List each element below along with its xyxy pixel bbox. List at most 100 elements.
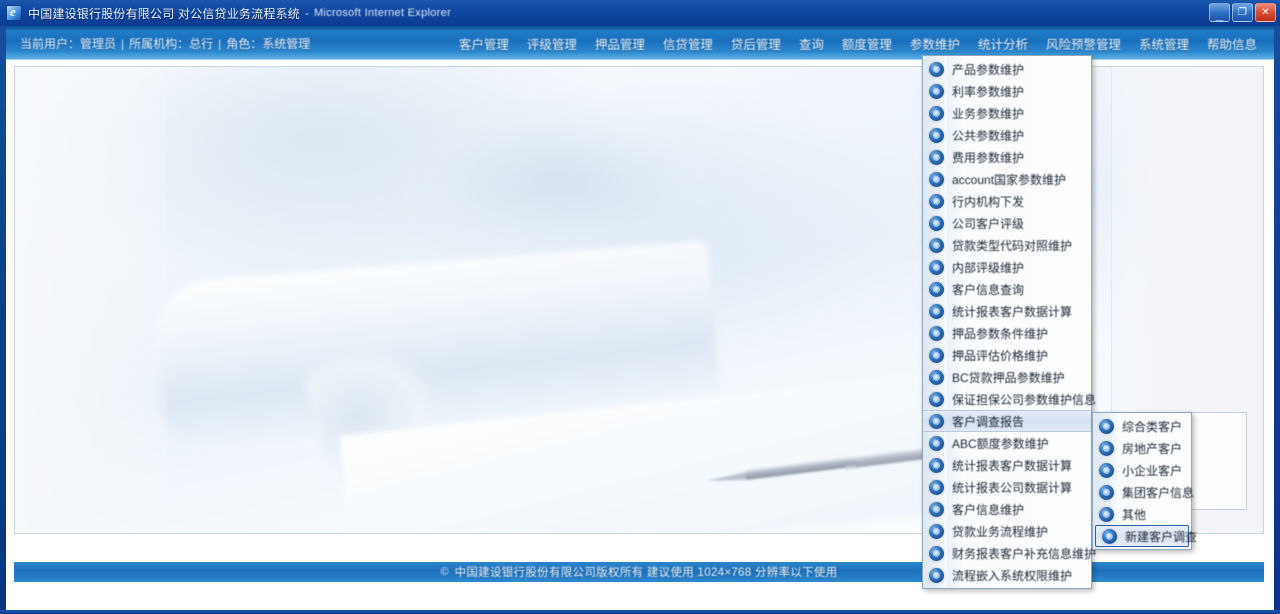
menu-bullet-icon bbox=[929, 369, 944, 385]
menu-bullet-icon bbox=[929, 303, 944, 319]
submenu-item-label: 其他 bbox=[1122, 507, 1147, 522]
minimize-button[interactable]: _ bbox=[1209, 3, 1230, 22]
menubar-item-1[interactable]: 评级管理 bbox=[518, 30, 586, 57]
menu-bullet-icon bbox=[929, 259, 944, 275]
dropdown-item-label: 公共参数维护 bbox=[952, 128, 1025, 143]
menubar-item-8[interactable]: 统计分析 bbox=[969, 30, 1037, 57]
dropdown-item-16[interactable]: 客户调查报告 bbox=[923, 410, 1091, 432]
dropdown-item-label: 公司客户评级 bbox=[952, 216, 1025, 231]
dropdown-item-0[interactable]: 产品参数维护 bbox=[923, 58, 1091, 80]
menubar-item-3[interactable]: 信贷管理 bbox=[654, 30, 722, 57]
dropdown-item-20[interactable]: 客户信息维护 bbox=[923, 498, 1091, 520]
menu-bullet-icon bbox=[929, 193, 944, 209]
dropdown-item-label: 客户信息查询 bbox=[952, 282, 1025, 297]
menu-bullet-icon bbox=[929, 435, 944, 451]
dropdown-item-8[interactable]: 贷款类型代码对照维护 bbox=[923, 234, 1091, 256]
dropdown-item-label: 利率参数维护 bbox=[952, 84, 1025, 99]
menu-bullet-icon bbox=[929, 215, 944, 231]
close-button[interactable]: ✕ bbox=[1255, 3, 1276, 22]
dropdown-item-19[interactable]: 统计报表公司数据计算 bbox=[923, 476, 1091, 498]
submenu-item-1[interactable]: 房地产客户 bbox=[1093, 437, 1191, 459]
menu-bullet-icon bbox=[1099, 484, 1114, 500]
dropdown-item-14[interactable]: BC贷款押品参数维护 bbox=[923, 366, 1091, 388]
parameter-maintenance-dropdown[interactable]: 产品参数维护 利率参数维护业务参数维护公共参数维护费用参数维护 account国家参… bbox=[922, 55, 1096, 589]
menubar-item-4[interactable]: 贷后管理 bbox=[722, 30, 790, 57]
dropdown-item-10[interactable]: 客户信息查询 bbox=[923, 278, 1091, 300]
menubar-item-9[interactable]: 风险预警管理 bbox=[1037, 30, 1130, 57]
dropdown-item-label: 产品参数维护 bbox=[952, 62, 1025, 77]
dropdown-item-label: 内部评级维护 bbox=[952, 260, 1025, 275]
minimize-icon: _ bbox=[1215, 7, 1224, 23]
menu-bullet-icon bbox=[1099, 506, 1114, 522]
breadcrumb-item-1: 所属机构：总行 bbox=[129, 37, 214, 51]
submenu-item-4[interactable]: 其他 bbox=[1093, 503, 1191, 525]
menubar-item-2[interactable]: 押品管理 bbox=[586, 30, 654, 57]
menu-bullet-icon bbox=[929, 347, 944, 363]
dropdown-item-13[interactable]: 押品评估价格维护 bbox=[923, 344, 1091, 366]
dropdown-item-label: 押品评估价格维护 bbox=[952, 348, 1049, 363]
dropdown-item-11[interactable]: 统计报表客户数据计算 bbox=[923, 300, 1091, 322]
menubar-item-0[interactable]: 客户管理 bbox=[450, 30, 518, 57]
breadcrumb-item-2: 角色：系统管理 bbox=[226, 37, 311, 51]
dropdown-item-6[interactable]: 行内机构下发 bbox=[923, 190, 1091, 212]
submenu-item-5[interactable]: 新建客户调查 bbox=[1095, 525, 1197, 547]
menu-bullet-icon bbox=[929, 127, 944, 143]
browser-app-name: Microsoft Internet Explorer bbox=[313, 7, 452, 19]
dropdown-item-label: 客户信息维护 bbox=[952, 502, 1025, 517]
dropdown-item-label: 贷款业务流程维护 bbox=[952, 524, 1049, 539]
copyright-icon: © bbox=[440, 566, 449, 578]
dropdown-item-18[interactable]: 统计报表客户数据计算 bbox=[923, 454, 1091, 476]
menubar-item-6[interactable]: 额度管理 bbox=[833, 30, 901, 57]
dropdown-item-17[interactable]: ABC额度参数维护 bbox=[923, 432, 1091, 454]
submenu-item-3[interactable]: 集团客户信息 bbox=[1093, 481, 1195, 503]
dropdown-item-5[interactable]: account国家参数维护 bbox=[923, 168, 1091, 190]
title-separator: - bbox=[304, 6, 309, 20]
dropdown-item-23[interactable]: 流程嵌入系统权限维护 bbox=[923, 564, 1091, 586]
dropdown-item-label: account国家参数维护 bbox=[952, 172, 1067, 187]
menu-bullet-icon bbox=[929, 391, 944, 407]
dropdown-item-label: BC贷款押品参数维护 bbox=[952, 370, 1065, 385]
dropdown-item-7[interactable]: 公司客户评级 bbox=[923, 212, 1091, 234]
maximize-restore-button[interactable]: ❐ bbox=[1232, 3, 1253, 22]
dropdown-item-12[interactable]: 押品参数条件维护 bbox=[923, 322, 1091, 344]
menu-bullet-icon bbox=[929, 61, 944, 77]
submenu-item-2[interactable]: 小企业客户 bbox=[1093, 459, 1191, 481]
dropdown-item-21[interactable]: 贷款业务流程维护 bbox=[923, 520, 1091, 542]
menu-bullet-icon bbox=[929, 325, 944, 341]
dropdown-item-label: 押品参数条件维护 bbox=[952, 326, 1049, 341]
submenu-item-0[interactable]: 综合类客户 bbox=[1093, 415, 1191, 437]
menubar-item-5[interactable]: 查询 bbox=[790, 30, 833, 57]
menu-bullet-icon bbox=[929, 545, 944, 561]
menu-bullet-icon bbox=[929, 457, 944, 473]
menu-bullet-icon bbox=[929, 149, 944, 165]
dropdown-item-label: 保证担保公司参数维护信息 bbox=[952, 392, 1097, 407]
window-controls: _ ❐ ✕ bbox=[1209, 3, 1276, 22]
submenu-item-label: 集团客户信息 bbox=[1122, 485, 1195, 500]
dropdown-item-9[interactable]: 内部评级维护 bbox=[923, 256, 1091, 278]
dropdown-item-2[interactable]: 业务参数维护 bbox=[923, 102, 1091, 124]
menu-bullet-icon bbox=[929, 413, 944, 429]
dropdown-item-label: 贷款类型代码对照维护 bbox=[952, 238, 1073, 253]
dropdown-item-3[interactable]: 公共参数维护 bbox=[923, 124, 1091, 146]
dropdown-item-22[interactable]: 财务报表客户补充信息维护 bbox=[923, 542, 1096, 564]
menu-bullet-icon bbox=[929, 83, 944, 99]
dropdown-item-1[interactable]: 利率参数维护 bbox=[923, 80, 1091, 102]
menu-bullet-icon bbox=[1099, 418, 1114, 434]
menu-bullet-icon bbox=[929, 479, 944, 495]
dropdown-item-label: 统计报表公司数据计算 bbox=[952, 480, 1073, 495]
window-title: 中国建设银行股份有限公司 对公信贷业务流程系统 bbox=[28, 6, 300, 21]
dropdown-item-label: 财务报表客户补充信息维护 bbox=[952, 546, 1097, 561]
menubar-item-11[interactable]: 帮助信息 bbox=[1198, 30, 1266, 57]
menubar-item-10[interactable]: 系统管理 bbox=[1130, 30, 1198, 57]
menubar-item-7[interactable]: 参数维护 bbox=[901, 30, 969, 57]
close-icon: ✕ bbox=[1261, 6, 1270, 18]
dropdown-item-label: 流程嵌入系统权限维护 bbox=[952, 568, 1073, 583]
customer-survey-submenu[interactable]: 综合类客户 房地产客户 小企业客户集团客户信息 其他新建客户调查 bbox=[1092, 412, 1197, 550]
dropdown-item-label: ABC额度参数维护 bbox=[952, 436, 1049, 451]
breadcrumb-separator-1: | bbox=[218, 36, 222, 51]
window-titlebar: 中国建设银行股份有限公司 对公信贷业务流程系统 - Microsoft Inte… bbox=[0, 0, 1280, 26]
breadcrumb-separator-0: | bbox=[121, 36, 125, 51]
dropdown-item-4[interactable]: 费用参数维护 bbox=[923, 146, 1091, 168]
menu-bullet-icon bbox=[1099, 440, 1114, 456]
dropdown-item-15[interactable]: 保证担保公司参数维护信息 bbox=[923, 388, 1096, 410]
